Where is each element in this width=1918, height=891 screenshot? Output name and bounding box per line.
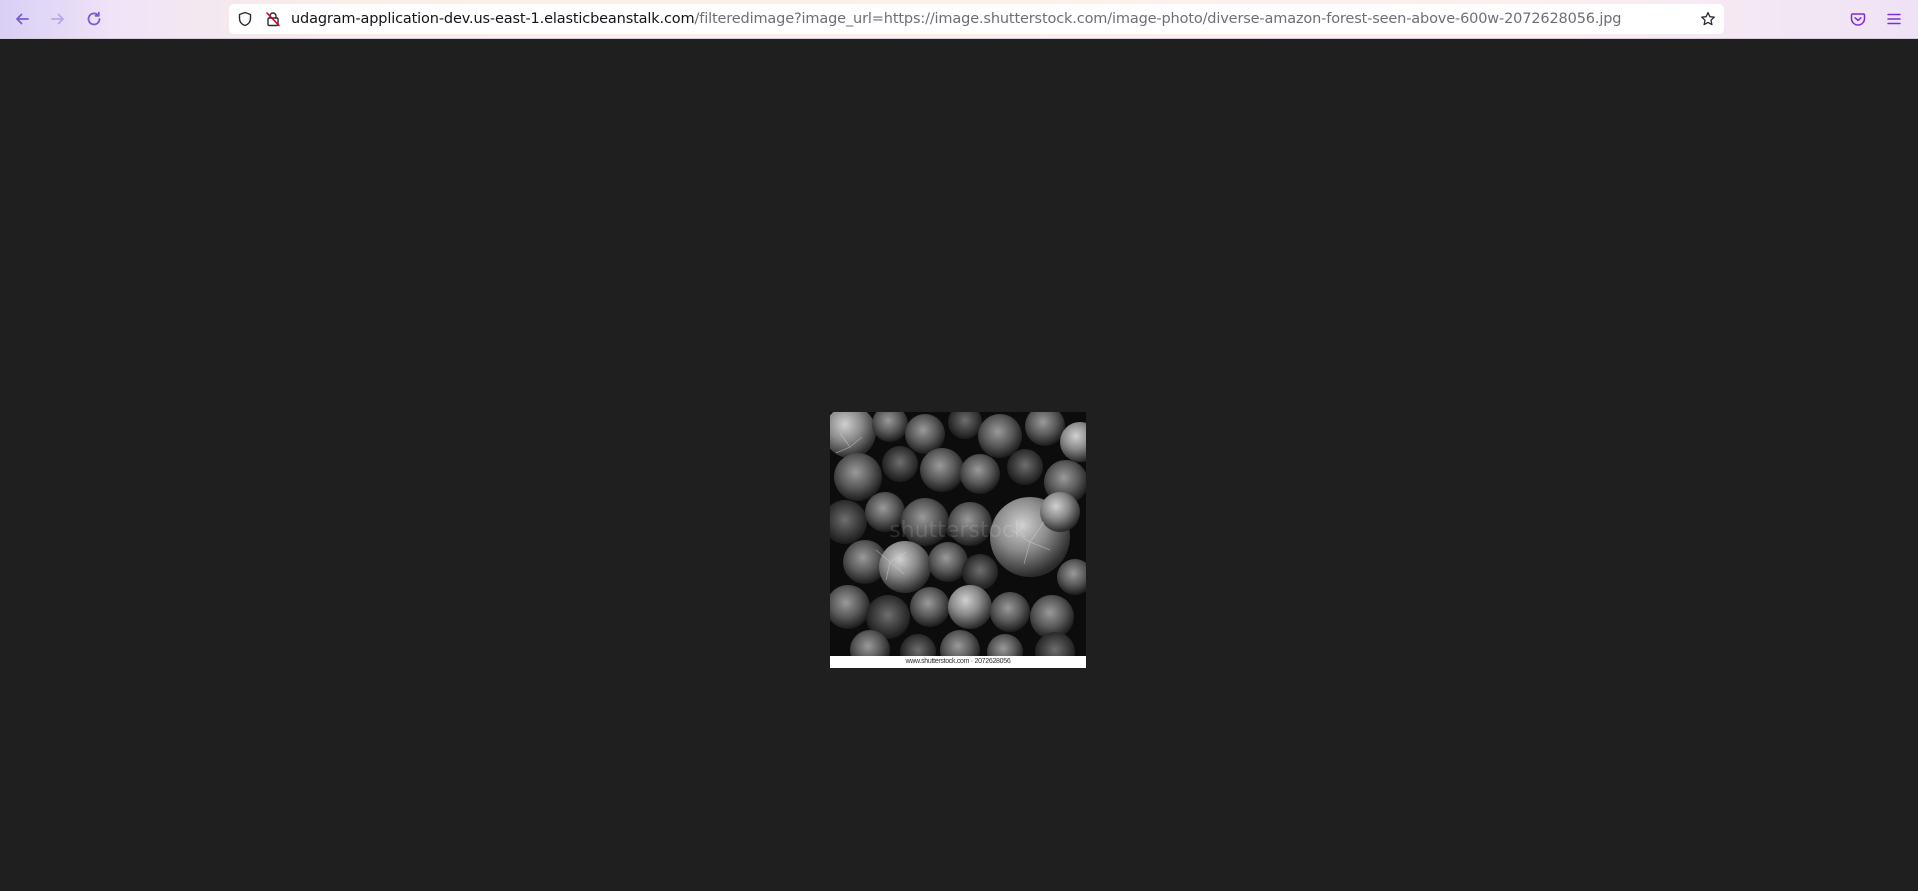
filtered-image[interactable]: shutterstock www.shutterstock.com · 2072… <box>830 412 1086 668</box>
watermark-text: shutterstock <box>889 518 1027 543</box>
image-caption: www.shutterstock.com · 2072628056 <box>830 656 1086 668</box>
forest-canopy-photo: shutterstock <box>830 412 1086 656</box>
back-button[interactable] <box>8 6 36 32</box>
lock-slash-icon[interactable] <box>265 11 281 27</box>
url-path: /filteredimage?image_url=https://image.s… <box>694 11 1622 27</box>
reload-icon <box>87 11 101 26</box>
star-icon[interactable] <box>1700 11 1716 27</box>
address-bar[interactable]: udagram-application-dev.us-east-1.elasti… <box>229 4 1724 34</box>
app-menu-button[interactable] <box>1880 6 1908 32</box>
url-text[interactable]: udagram-application-dev.us-east-1.elasti… <box>291 4 1621 34</box>
back-arrow-icon <box>16 13 29 25</box>
pocket-button[interactable] <box>1844 6 1872 32</box>
forward-button[interactable] <box>44 6 72 32</box>
page-viewport: shutterstock www.shutterstock.com · 2072… <box>0 39 1918 891</box>
hamburger-menu-icon <box>1887 13 1901 25</box>
pocket-icon <box>1850 13 1866 26</box>
forward-arrow-icon <box>51 13 64 25</box>
url-host: udagram-application-dev.us-east-1.elasti… <box>291 11 695 27</box>
browser-toolbar: udagram-application-dev.us-east-1.elasti… <box>0 0 1918 39</box>
reload-button[interactable] <box>80 6 108 32</box>
shield-icon[interactable] <box>237 11 253 27</box>
